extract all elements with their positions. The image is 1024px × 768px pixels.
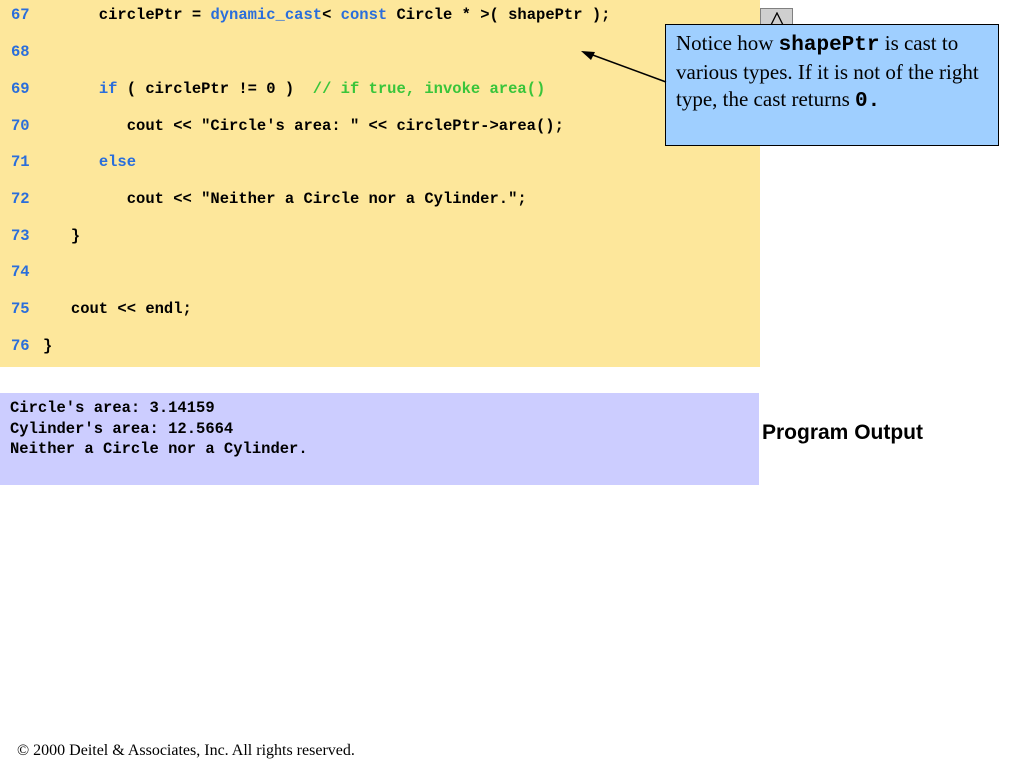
code-line: 71 else (0, 151, 760, 173)
code-text: cout << "Circle's area: " << circlePtr->… (43, 115, 564, 137)
code-keyword: const (340, 6, 388, 24)
code-token: < (322, 6, 341, 24)
code-token: ( circlePtr != 0 ) (117, 80, 313, 98)
line-number: 70 (11, 117, 30, 135)
output-line: Cylinder's area: 12.5664 (10, 420, 234, 438)
code-line: 72 cout << "Neither a Circle nor a Cylin… (0, 188, 760, 210)
line-number: 67 (11, 6, 30, 24)
code-line: 73 } (0, 225, 760, 247)
line-number: 69 (11, 80, 30, 98)
code-text: cout << "Neither a Circle nor a Cylinder… (43, 188, 527, 210)
code-token: cout << "Neither a Circle nor a Cylinder… (43, 190, 527, 208)
line-number: 68 (11, 43, 30, 61)
code-token: circlePtr = (43, 6, 211, 24)
code-text: } (43, 225, 80, 247)
line-number: 73 (11, 227, 30, 245)
callout-text-before: Notice how (676, 31, 779, 55)
line-number: 74 (11, 263, 30, 281)
code-text: cout << endl; (43, 298, 192, 320)
code-line: 68 (0, 41, 760, 63)
code-line: 75 cout << endl; (0, 298, 760, 320)
code-token: } (43, 337, 53, 355)
code-token: cout << endl; (43, 300, 192, 318)
code-line: 67 circlePtr = dynamic_cast< const Circl… (0, 4, 760, 26)
line-number: 76 (11, 337, 30, 355)
line-number: 72 (11, 190, 30, 208)
line-number: 75 (11, 300, 30, 318)
output-line: Circle's area: 3.14159 (10, 399, 215, 417)
code-keyword: dynamic_cast (210, 6, 323, 24)
code-text: else (43, 151, 136, 173)
code-token: } (43, 227, 81, 245)
code-text: if ( circlePtr != 0 ) // if true, invoke… (43, 78, 546, 100)
code-panel: 67 circlePtr = dynamic_cast< const Circl… (0, 0, 760, 367)
code-comment: // if true, invoke area() (312, 80, 546, 98)
code-token: Circle * >( shapePtr ); (387, 6, 611, 24)
code-text: circlePtr = dynamic_cast< const Circle *… (43, 4, 611, 26)
code-line: 70 cout << "Circle's area: " << circlePt… (0, 115, 760, 137)
program-output-panel: Circle's area: 3.14159 Cylinder's area: … (0, 393, 759, 485)
code-keyword: if (98, 80, 118, 98)
code-text: } (43, 335, 52, 357)
callout-note: Notice how shapePtr is cast to various t… (665, 24, 999, 146)
callout-code-zero: 0. (855, 90, 881, 113)
code-line: 74 (0, 261, 760, 283)
code-token: cout << "Circle's area: " << circlePtr->… (43, 117, 564, 135)
output-line: Neither a Circle nor a Cylinder. (10, 440, 308, 458)
code-line: 69 if ( circlePtr != 0 ) // if true, inv… (0, 78, 760, 100)
program-output-label: Program Output (762, 421, 923, 444)
callout-code-shapeptr: shapePtr (778, 34, 880, 57)
line-number: 71 (11, 153, 30, 171)
code-keyword: else (98, 153, 137, 171)
code-line: 76} (0, 335, 760, 357)
copyright-footer: © 2000 Deitel & Associates, Inc. All rig… (17, 742, 355, 759)
